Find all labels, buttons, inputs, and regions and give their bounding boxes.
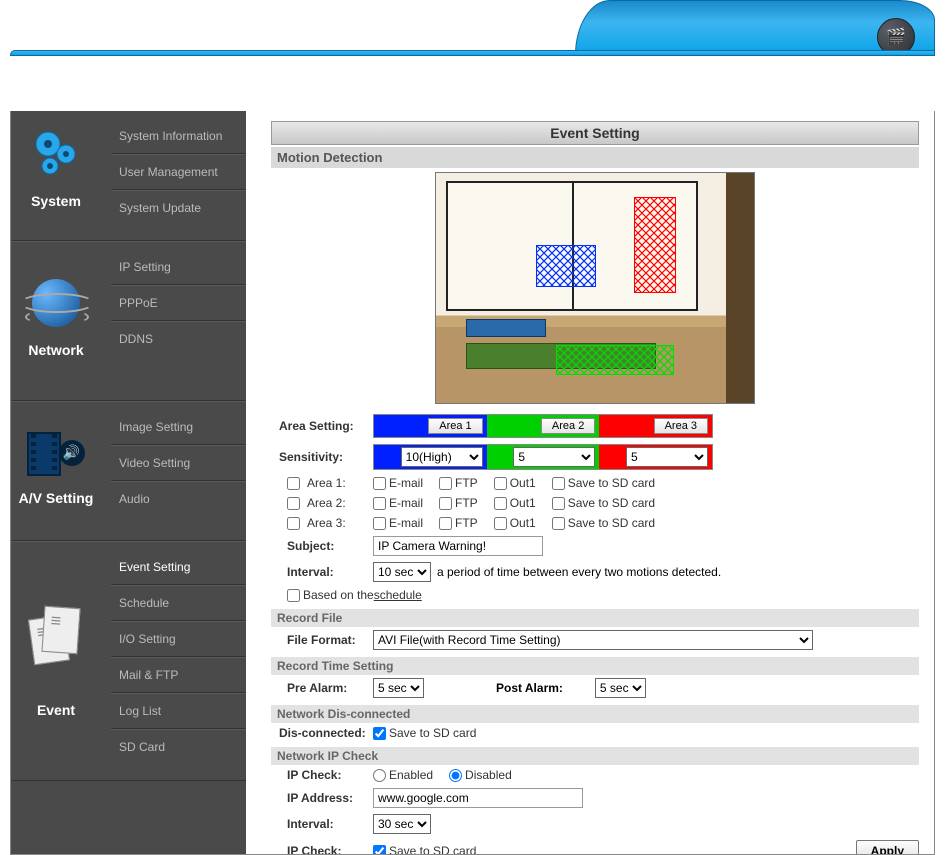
area3-label: Area 3: [307,516,346,530]
area3-ftp-checkbox[interactable] [439,517,452,530]
sidebar-item-system-update[interactable]: System Update [111,190,246,225]
area2-button[interactable]: Area 2 [541,418,595,434]
dis-connected-label: Dis-connected: [271,726,367,740]
area1-enable-checkbox[interactable] [287,477,300,490]
file-format-select[interactable]: AVI File(with Record Time Setting) [373,630,813,650]
sidebar-section-system: System [11,193,101,209]
header-bar [10,50,935,56]
area3-enable-checkbox[interactable] [287,517,300,530]
globe-icon [23,270,88,335]
sidebar-item-ip-setting[interactable]: IP Setting [111,250,246,285]
ip-address-label: IP Address: [271,791,367,805]
subject-label: Subject: [271,539,367,553]
ipcheck2-label: IP Check: [271,844,367,854]
sidebar-item-io-setting[interactable]: I/O Setting [111,621,246,657]
ipcheck-interval-label: Interval: [271,817,367,831]
sidebar-item-log-list[interactable]: Log List [111,693,246,729]
sensitivity-2-select[interactable]: 5 [513,447,595,467]
area1-sd-checkbox[interactable] [552,477,565,490]
area3-email-checkbox[interactable] [373,517,386,530]
window-header: 🎬 [0,0,945,55]
sidebar-section-network: Network [11,342,101,358]
av-icon: 🔊 [23,422,88,487]
area2-out1-checkbox[interactable] [494,497,507,510]
interval-select[interactable]: 10 sec [373,562,431,582]
sidebar-item-event-setting[interactable]: Event Setting [111,550,246,585]
based-schedule-checkbox[interactable] [287,589,300,602]
area2-email-checkbox[interactable] [373,497,386,510]
clipboard-icon [23,602,88,667]
area1-button[interactable]: Area 1 [428,418,482,434]
sidebar-item-audio[interactable]: Audio [111,481,246,516]
sidebar-item-user-management[interactable]: User Management [111,154,246,190]
network-ipcheck-header: Network IP Check [271,747,919,765]
sidebar-item-system-information[interactable]: System Information [111,119,246,154]
sidebar-section-event: Event [11,702,101,718]
motion-zone-3[interactable] [634,197,676,293]
ipcheck-disabled-radio[interactable] [449,769,462,782]
motion-detection-header: Motion Detection [271,147,919,168]
ipcheck-sd-checkbox[interactable] [373,845,386,855]
content-panel: Event Setting Motion Detection Area [246,111,934,854]
gear-icon [23,121,88,186]
video-preview[interactable] [435,172,755,404]
sidebar-item-video-setting[interactable]: Video Setting [111,445,246,481]
area2-label: Area 2: [307,496,346,510]
sidebar-item-schedule[interactable]: Schedule [111,585,246,621]
schedule-link[interactable]: schedule [374,588,422,602]
sidebar-item-pppoe[interactable]: PPPoE [111,285,246,321]
record-file-header: Record File [271,609,919,627]
area1-email-checkbox[interactable] [373,477,386,490]
sensitivity-1-select[interactable]: 10(High) [401,447,483,467]
area1-out1-checkbox[interactable] [494,477,507,490]
pre-alarm-select[interactable]: 5 sec [373,678,424,698]
post-alarm-label: Post Alarm: [496,681,563,695]
disconnected-sd-checkbox[interactable] [373,727,386,740]
page-title: Event Setting [271,121,919,145]
area3-out1-checkbox[interactable] [494,517,507,530]
ipcheck-label: IP Check: [271,768,367,782]
interval-note: a period of time between every two motio… [437,565,721,579]
sidebar-section-av: A/V Setting [11,490,101,506]
sidebar-item-image-setting[interactable]: Image Setting [111,410,246,445]
ipcheck-interval-select[interactable]: 30 sec [373,814,431,834]
area2-ftp-checkbox[interactable] [439,497,452,510]
area-setting-label: Area Setting: [271,419,367,433]
subject-input[interactable] [373,536,543,556]
record-time-header: Record Time Setting [271,657,919,675]
area3-button[interactable]: Area 3 [654,418,708,434]
sidebar-item-ddns[interactable]: DDNS [111,321,246,356]
area2-enable-checkbox[interactable] [287,497,300,510]
sidebar-item-sd-card[interactable]: SD Card [111,729,246,764]
sidebar: System System Information User Managemen… [11,111,246,854]
based-label: Based on the [303,588,374,602]
post-alarm-select[interactable]: 5 sec [595,678,646,698]
area3-sd-checkbox[interactable] [552,517,565,530]
area2-sd-checkbox[interactable] [552,497,565,510]
area1-ftp-checkbox[interactable] [439,477,452,490]
sidebar-item-mail-ftp[interactable]: Mail & FTP [111,657,246,693]
motion-zone-1[interactable] [536,245,596,287]
sensitivity-label: Sensitivity: [271,450,367,464]
apply-button[interactable]: Apply [856,840,919,854]
motion-zone-2[interactable] [556,345,674,375]
interval-label: Interval: [271,565,367,579]
file-format-label: File Format: [271,633,367,647]
ipcheck-enabled-radio[interactable] [373,769,386,782]
network-dis-header: Network Dis-connected [271,705,919,723]
pre-alarm-label: Pre Alarm: [271,681,367,695]
area1-label: Area 1: [307,476,346,490]
sensitivity-3-select[interactable]: 5 [626,447,708,467]
ip-address-input[interactable] [373,788,583,808]
